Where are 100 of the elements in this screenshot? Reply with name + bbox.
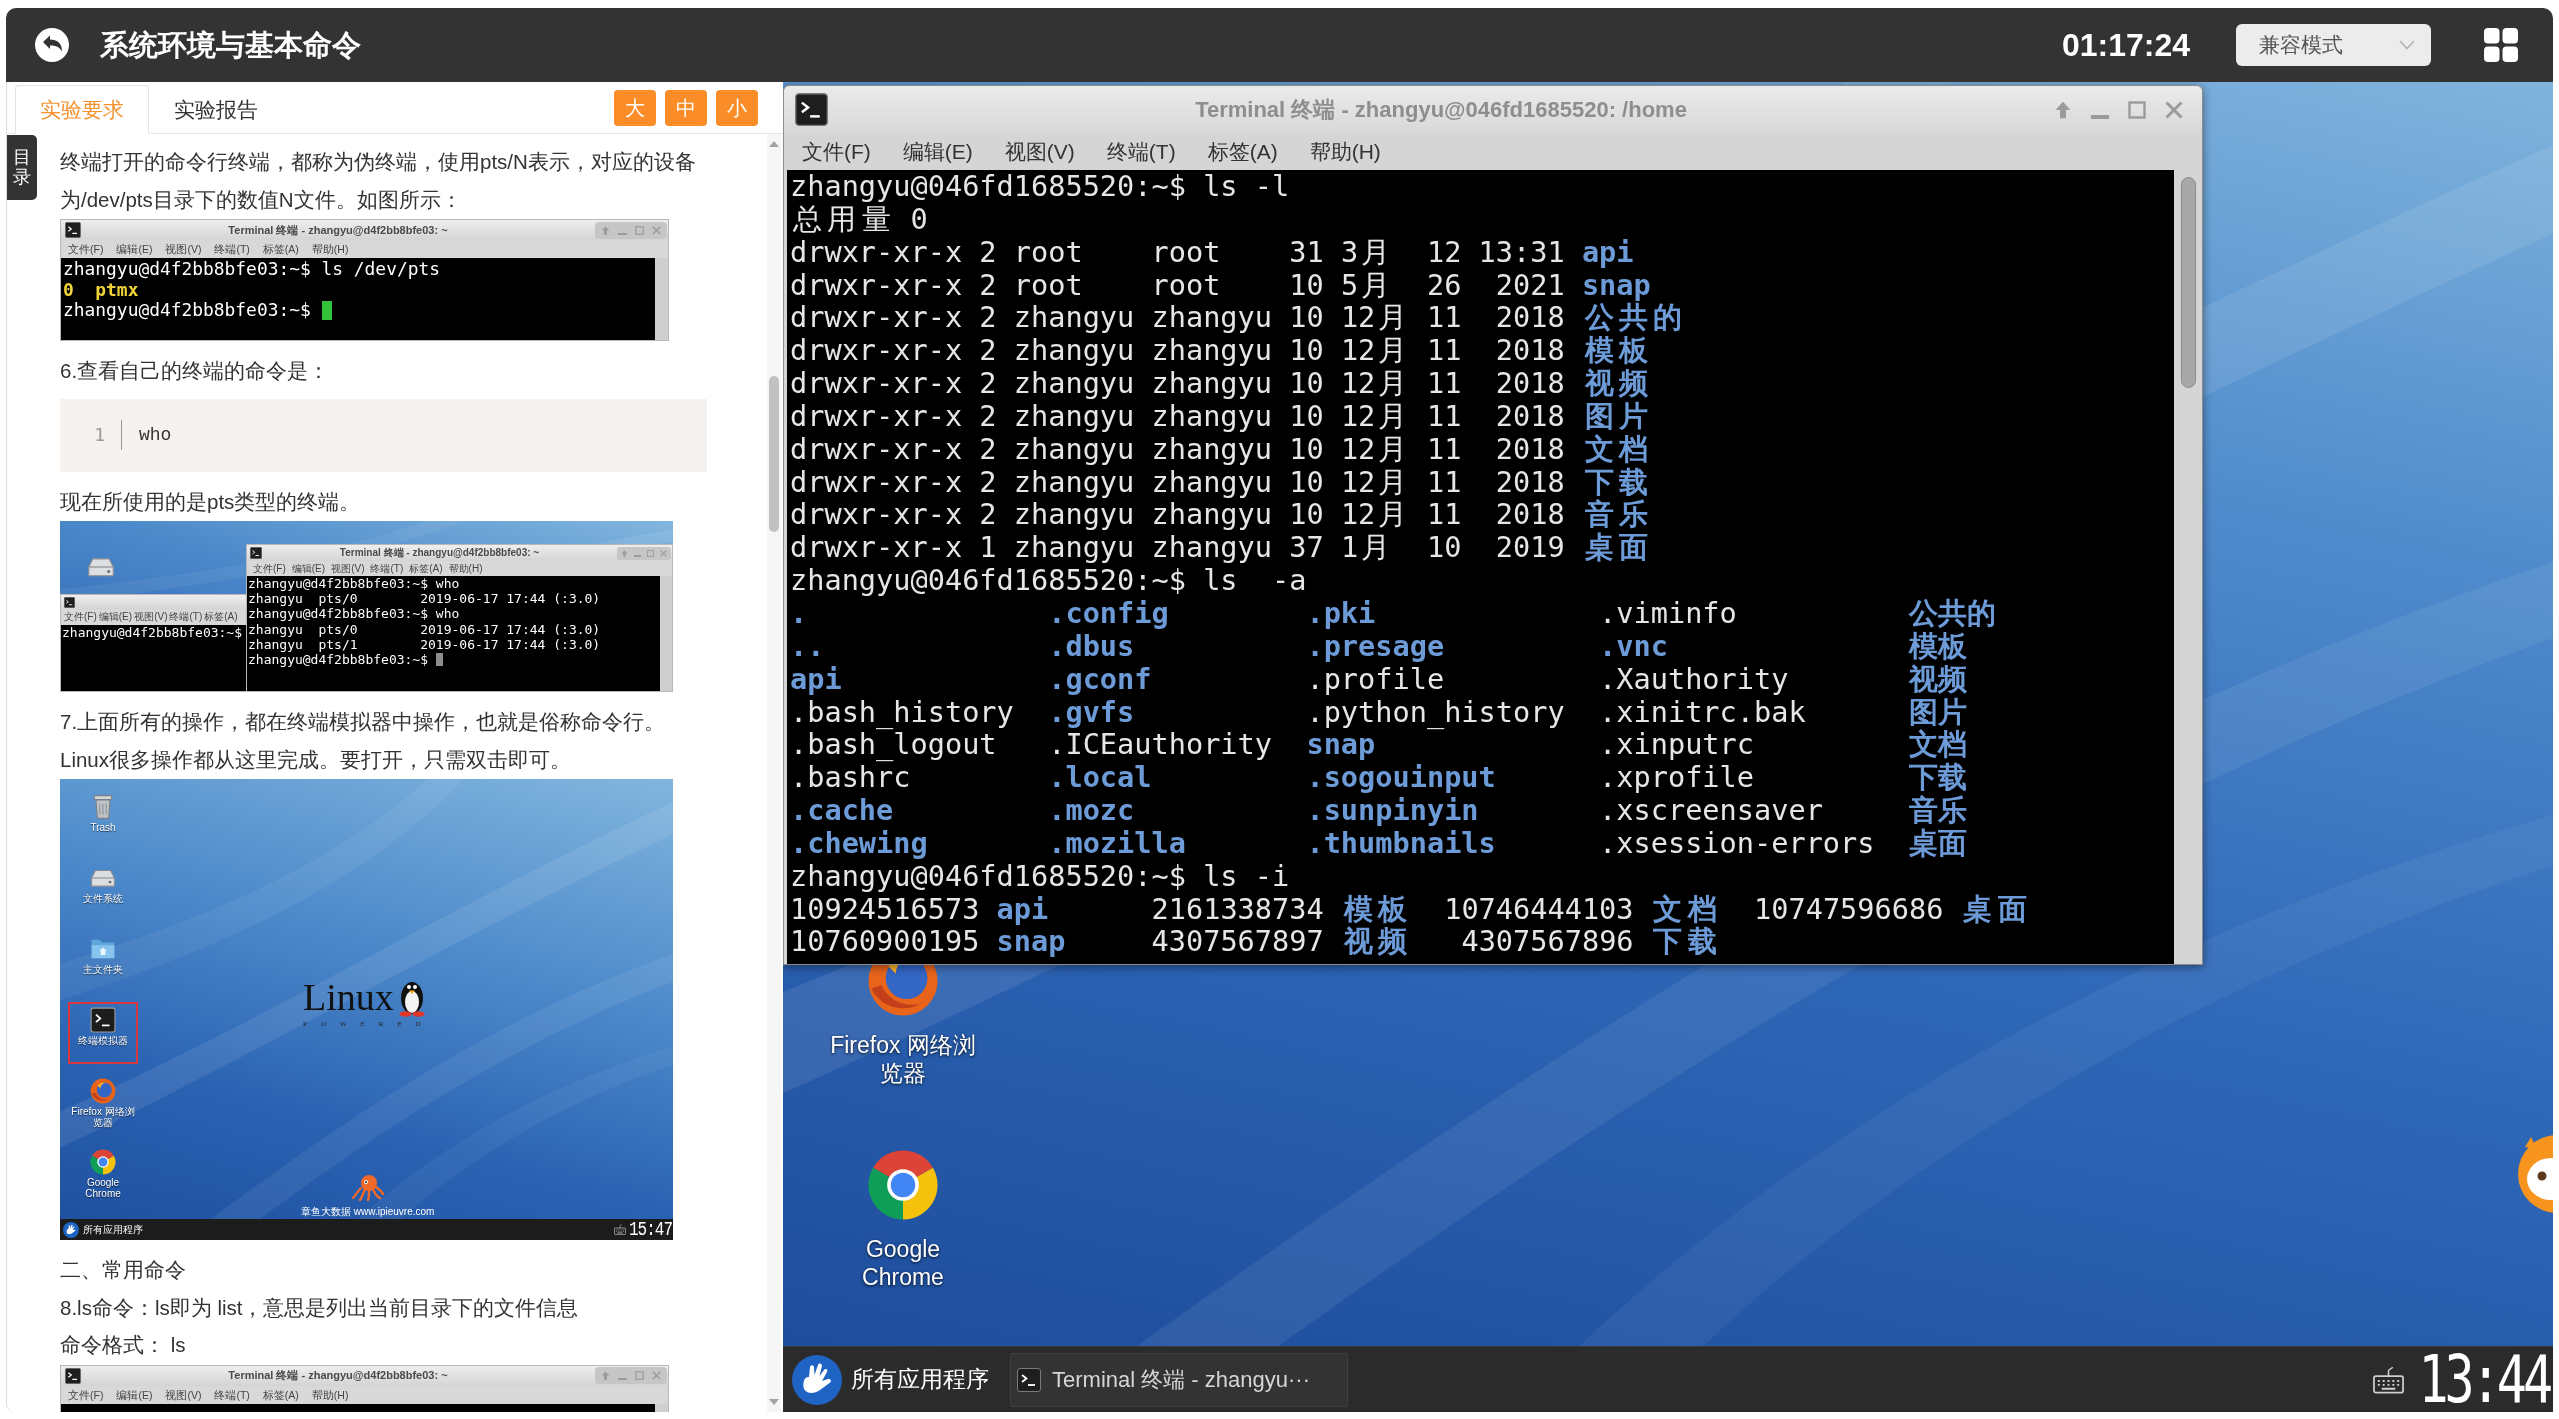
minimize-icon[interactable] <box>2091 114 2109 119</box>
taskbar-menu-label: 所有应用程序 <box>83 1223 143 1236</box>
scrollbar-thumb[interactable] <box>769 376 779 532</box>
file-name: .sogouinput <box>1306 761 1496 795</box>
menu-item[interactable]: 文件(F) <box>802 139 871 164</box>
menu-text: 帮助(H) <box>448 562 483 575</box>
menu-text: 帮助(H) <box>311 243 349 255</box>
terminal-line: zhangyu@046fd1685520:~$ ls -i <box>790 859 1290 893</box>
menu-text: 视图(V) <box>165 1388 202 1401</box>
menu-text: 标签(A) <box>262 243 299 255</box>
applications-menu-button[interactable]: 所有应用程序 <box>792 1354 989 1405</box>
paragraph: 终端打开的命令行终端，都称为伪终端，使用pts/N表示，对应的设备为/dev/pts目录下的数值N文件。如图所示： <box>60 149 696 213</box>
keyboard-icon[interactable] <box>2373 1364 2405 1395</box>
desktop-icon-label[interactable]: Google Chrome <box>824 1235 982 1291</box>
menu-text: 编辑(E) <box>116 243 153 255</box>
terminal-line: zhangyu@d4f2bb8bfe03:~$ who <box>248 606 460 622</box>
start-logo-icon[interactable] <box>792 1354 842 1405</box>
paragraph: 7.上面所有的操作，都在终端模拟器中操作，也就是俗称命令行。Linux很多操作都从这里完成。要打开，只需双击即可。 <box>60 709 667 773</box>
menu-text: 终端(T) <box>169 611 203 623</box>
file-name: api <box>790 662 842 696</box>
file-name: .xsession-errors <box>1599 826 1875 860</box>
icon-label: 文件系统 <box>83 893 123 904</box>
paragraph: 现在所使用的是pts类型的终端。 <box>60 488 361 515</box>
menu-item[interactable]: 帮助(H) <box>1309 139 1381 164</box>
file-name: .mozc <box>1048 794 1135 827</box>
file-name: .pki <box>1306 596 1376 630</box>
menu-item[interactable]: 终端(T) <box>1106 139 1176 164</box>
menu-text: 文件(F) <box>253 562 286 575</box>
apps-grid-icon[interactable] <box>2484 28 2518 62</box>
window-title: Terminal 终端 - zhangyu@d4f2bb8bfe03: ~ <box>228 223 448 237</box>
menu-text: 视图(V) <box>134 611 168 623</box>
file-name: .viminfo <box>1599 596 1737 630</box>
menu-text: 文件(F) <box>64 611 97 623</box>
toc-tab[interactable]: 目录 <box>7 135 37 200</box>
terminal-line: zhangyu@d4f2bb8bfe03:~$ ls /dev/pts <box>63 259 440 280</box>
aperture-circle-icon <box>90 1149 116 1175</box>
menu-item[interactable]: 编辑(E) <box>902 139 973 164</box>
taskbar-clock: 13:44 <box>2418 1347 2549 1412</box>
terminal-line: zhangyu pts/1 2019-06-17 17:44 (:3.0) <box>248 636 601 652</box>
chevron-down-icon <box>2399 40 2415 50</box>
aperture-circle-icon[interactable] <box>867 1149 939 1221</box>
file-name: .chewing <box>790 826 928 860</box>
terminal-line: zhangyu@d4f2bb8bfe03:~$ <box>63 300 312 321</box>
maximize-icon <box>635 225 644 235</box>
file-name: .xinputrc <box>1599 728 1754 762</box>
paragraph: 命令格式： ls <box>60 1332 186 1358</box>
menu-text: 文件(F) <box>68 1388 104 1401</box>
scroll-up-icon[interactable] <box>769 141 779 147</box>
file-name: 文档 <box>1908 728 1967 762</box>
session-timer: 01:17:24 <box>2061 27 2190 63</box>
file-name: . <box>790 596 808 630</box>
terminal-line: 总用量 0 <box>791 202 928 236</box>
octopus-icon <box>352 1174 384 1201</box>
menu-text: 终端(T) <box>370 562 404 575</box>
window-title: Terminal 终端 - zhangyu@d4f2bb8bfe03: ~ <box>228 1369 448 1382</box>
close-icon <box>652 225 661 235</box>
scroll-down-icon[interactable] <box>769 1399 779 1405</box>
file-name: .local <box>1048 761 1152 795</box>
file-name: .gconf <box>1048 662 1152 696</box>
close-icon[interactable] <box>2165 100 2183 119</box>
arrow-up-icon[interactable] <box>2054 100 2072 119</box>
terminal-icon[interactable] <box>795 93 828 126</box>
terminal-line: 10924516573 api 2161338734 模板 10746444103 文档 10747596686 桌面 <box>790 892 2028 926</box>
minimize-icon <box>634 554 641 557</box>
file-name: .Xauthority <box>1599 662 1789 696</box>
file-name: 下载 <box>1908 761 1967 795</box>
desktop-icon-label[interactable]: Firefox 网络浏览器 <box>824 1031 982 1087</box>
paragraph: 6.查看自己的终端的命令是： <box>60 358 330 384</box>
terminal-line: drwxr-xr-x 2 zhangyu zhangyu 10 12月 11 2018 下载 <box>790 465 1649 499</box>
menu-item[interactable]: 标签(A) <box>1207 139 1278 164</box>
terminal-line: drwxr-xr-x 2 zhangyu zhangyu 10 12月 11 2018 视频 <box>790 367 1649 400</box>
terminal-line: drwxr-xr-x 2 zhangyu zhangyu 10 12月 11 2018 模板 <box>790 334 1649 368</box>
page-title: 系统环境与基本命令 <box>100 28 361 62</box>
terminal-line: zhangyu pts/0 2019-06-17 17:44 (:3.0) <box>248 621 601 637</box>
fox-globe-icon <box>90 1078 116 1104</box>
window-title: Terminal 终端 - zhangyu@d4f2bb8bfe03: ~ <box>339 547 540 559</box>
file-name: .thumbnails <box>1306 826 1496 860</box>
menu-item[interactable]: 视图(V) <box>1004 139 1075 164</box>
arrow-up-icon <box>621 549 628 557</box>
terminal-icon[interactable] <box>1017 1367 1041 1392</box>
mode-select[interactable]: 兼容模式 <box>2236 24 2431 66</box>
back-icon[interactable] <box>35 28 69 62</box>
terminal-line: zhangyu pts/0 2019-06-17 17:44 (:3.0) <box>248 591 601 607</box>
file-name: .presage <box>1306 629 1445 663</box>
file-name: 图片 <box>1908 695 1967 729</box>
file-name: .python_history <box>1306 695 1565 729</box>
file-name: .config <box>1048 596 1169 630</box>
terminal-line: 0 ptmx <box>63 279 139 300</box>
arrow-up-icon <box>601 1371 610 1380</box>
maximize-icon[interactable] <box>2128 100 2146 119</box>
tab[interactable]: 实验报告 <box>149 85 283 134</box>
scrollbar-thumb[interactable] <box>2180 177 2196 388</box>
taskbar-clock: 15:47 <box>629 1219 672 1240</box>
minimize-icon <box>618 1378 627 1380</box>
menu-text: 编辑(E) <box>116 1388 153 1401</box>
file-name: .bash_history <box>790 695 1014 729</box>
terminal-line: drwxr-xr-x 1 zhangyu zhangyu 37 1月 10 2019 桌面 <box>790 531 1649 565</box>
file-name: .dbus <box>1048 629 1135 663</box>
taskbar-window-button[interactable]: Terminal 终端 - zhangyu··· <box>1010 1352 1348 1407</box>
file-name: snap <box>1306 728 1376 762</box>
